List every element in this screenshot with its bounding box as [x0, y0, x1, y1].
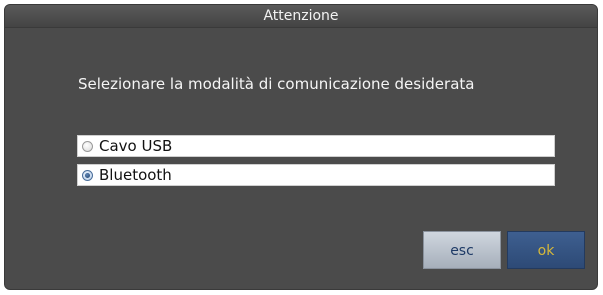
ok-button[interactable]: ok [507, 231, 585, 269]
dialog: Attenzione Selezionare la modalità di co… [4, 4, 598, 290]
radio-unchecked-icon[interactable] [82, 140, 93, 152]
option-bluetooth[interactable]: Bluetooth [77, 164, 555, 186]
option-bluetooth-label: Bluetooth [99, 166, 172, 184]
radio-checked-icon[interactable] [82, 169, 93, 181]
option-usb-label: Cavo USB [99, 137, 173, 155]
dialog-message: Selezionare la modalità di comunicazione… [78, 75, 475, 93]
dialog-title: Attenzione [5, 5, 597, 28]
option-usb-cable[interactable]: Cavo USB [77, 135, 555, 157]
esc-button[interactable]: esc [423, 231, 501, 269]
